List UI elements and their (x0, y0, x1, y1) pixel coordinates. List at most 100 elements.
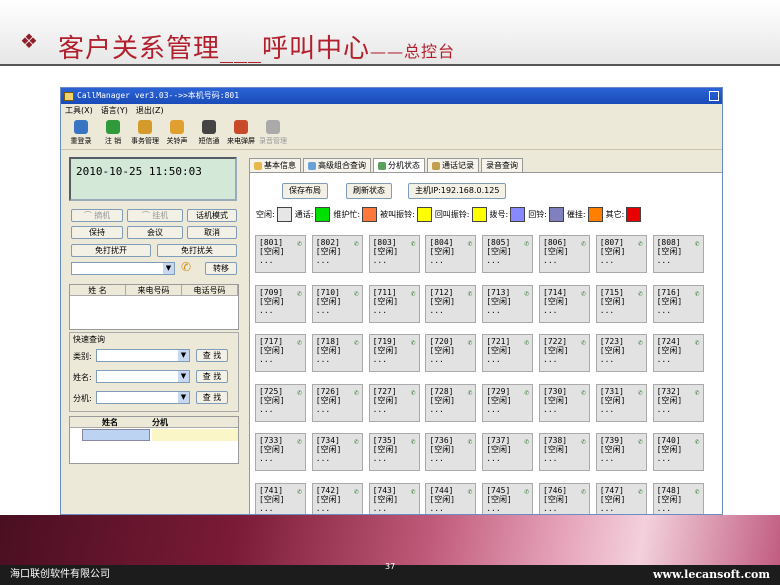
hold-button[interactable]: 保持 (71, 226, 123, 239)
search-type-button[interactable]: 查 找 (196, 349, 228, 362)
extension-tile[interactable]: [804] [空闲]... ✆ (425, 235, 477, 273)
extension-tile[interactable]: [801] [空闲]... ✆ (255, 235, 306, 273)
extension-tile[interactable]: [727] [空闲]... ✆ (368, 383, 420, 422)
phone-status-icon: ✆ (637, 437, 643, 446)
extension-tile[interactable]: [807] [空闲]... ✆ (595, 235, 647, 273)
extension-dots: ... (599, 355, 615, 364)
save-layout-button[interactable]: 保存布局 (282, 183, 328, 199)
extension-tile[interactable]: [739] [空闲]... ✆ (595, 433, 647, 471)
extension-tile[interactable]: [712] [空闲]... ✆ (425, 284, 477, 323)
toolbar-button-6[interactable]: 录音管理 (259, 118, 287, 149)
extension-tile[interactable]: [722] [空闲]... ✆ (539, 334, 590, 372)
dnd-on-button[interactable]: 免打扰开 (71, 244, 151, 257)
phone-status-icon: ✆ (524, 486, 530, 496)
menu-exit[interactable]: 退出(Z) (136, 104, 164, 118)
ext-select[interactable]: ▼ (96, 391, 190, 404)
extension-tile[interactable]: [715] [空闲]... ✆ (595, 284, 647, 323)
extension-tile[interactable]: [731] [空闲]... ✆ (595, 383, 647, 422)
tab-recording-query[interactable]: 录音查询 (481, 158, 523, 172)
phone-mode-button[interactable]: 话机模式 (187, 209, 237, 222)
search-ext-button[interactable]: 查 找 (196, 391, 228, 404)
hangup-button[interactable]: ⌒ 挂机 (127, 209, 183, 222)
extension-tile[interactable]: [723] [空闲]... ✆ (595, 334, 647, 372)
extension-dots: ... (543, 256, 558, 265)
pickup-button[interactable]: ⌒ 摘机 (71, 209, 123, 222)
extension-tile[interactable]: [742] [空闲]... ✆ (311, 482, 363, 514)
extension-dots: ... (543, 404, 558, 414)
extension-tile[interactable]: [745] [空闲]... ✆ (482, 482, 534, 514)
host-ip-button[interactable]: 主机IP:192.168.0.125 (408, 183, 507, 199)
extension-dots: ... (543, 454, 558, 463)
dnd-off-button[interactable]: 免打扰关 (157, 244, 237, 257)
extension-number: [804] (429, 238, 454, 247)
menu-language[interactable]: 语言(Y) (101, 104, 128, 118)
extension-dots: ... (599, 503, 615, 513)
extension-tile[interactable]: [740] [空闲]... ✆ (652, 433, 704, 471)
cancel-button[interactable]: 取消 (187, 226, 237, 239)
menu-tools[interactable]: 工具(X) (65, 104, 93, 118)
extension-tile[interactable]: [724] [空闲]... ✆ (652, 334, 704, 372)
transfer-select[interactable]: ▼ (71, 262, 175, 275)
toolbar-button-0[interactable]: 重登录 (67, 118, 95, 149)
extension-status: [空闲] (599, 445, 626, 454)
extension-tile[interactable]: [732] [空闲]... ✆ (652, 383, 704, 422)
refresh-status-button[interactable]: 刷新状态 (346, 183, 392, 199)
extension-number: [743] (372, 485, 397, 495)
extension-tile[interactable]: [737] [空闲]... ✆ (482, 433, 534, 471)
extension-tile[interactable]: [805] [空闲]... ✆ (482, 235, 534, 273)
tab-advanced-query[interactable]: 高级组合查询 (303, 158, 371, 172)
extension-tile[interactable]: [806] [空闲]... ✆ (539, 235, 590, 273)
extension-tile[interactable]: [808] [空闲]... ✆ (652, 235, 704, 273)
contact-row-ext-cell[interactable] (152, 429, 238, 441)
extension-tile[interactable]: [736] [空闲]... ✆ (425, 433, 477, 471)
toolbar-button-5[interactable]: 来电弹屏 (227, 118, 255, 149)
extension-tile[interactable]: [803] [空闲]... ✆ (368, 235, 420, 273)
extension-tile[interactable]: [716] [空闲]... ✆ (652, 284, 704, 323)
maximize-button[interactable] (709, 91, 719, 101)
extension-dots: ... (372, 454, 388, 463)
name-select[interactable]: ▼ (96, 370, 190, 383)
extension-tile[interactable]: [711] [空闲]... ✆ (368, 284, 420, 323)
extension-tile[interactable]: [718] [空闲]... ✆ (311, 334, 363, 372)
extension-tile[interactable]: [744] [空闲]... ✆ (425, 482, 477, 514)
toolbar-button-1[interactable]: 注 销 (99, 118, 127, 149)
extension-tile[interactable]: [747] [空闲]... ✆ (595, 482, 647, 514)
slide-title-sub: ——总控台 (370, 42, 456, 61)
extension-tile[interactable]: [746] [空闲]... ✆ (539, 482, 590, 514)
transfer-button[interactable]: 转移 (205, 262, 237, 275)
extension-tile[interactable]: [726] [空闲]... ✆ (311, 383, 363, 422)
toolbar-button-2[interactable]: 事务管理 (131, 118, 159, 149)
extension-tile[interactable]: [717] [空闲]... ✆ (255, 334, 306, 372)
tab-extension-status[interactable]: 分机状态 (373, 158, 425, 172)
phone-icon[interactable]: ✆ (181, 260, 191, 274)
search-name-button[interactable]: 查 找 (196, 370, 228, 383)
extension-status: [空闲] (486, 445, 512, 454)
conference-button[interactable]: 会议 (127, 226, 183, 239)
extension-tile[interactable]: [802] [空闲]... ✆ (311, 235, 363, 273)
tab-call-log[interactable]: 通话记录 (427, 158, 479, 172)
extension-tile[interactable]: [721] [空闲]... ✆ (482, 334, 534, 372)
extension-tile[interactable]: [734] [空闲]... ✆ (311, 433, 363, 471)
extension-tile[interactable]: [710] [空闲]... ✆ (311, 284, 363, 323)
toolbar-button-4[interactable]: 短信通 (195, 118, 223, 149)
extension-tile[interactable]: [738] [空闲]... ✆ (539, 433, 590, 471)
extension-tile[interactable]: [748] [空闲]... ✆ (652, 482, 704, 514)
type-select[interactable]: ▼ (96, 349, 190, 362)
extension-number: [736] (429, 436, 454, 445)
extension-tile[interactable]: [741] [空闲]... ✆ (255, 482, 306, 514)
tab-basic-info[interactable]: 基本信息 (249, 158, 301, 172)
extension-tile[interactable]: [733] [空闲]... ✆ (255, 433, 306, 471)
extension-tile[interactable]: [709] [空闲]... ✆ (255, 284, 306, 323)
extension-tile[interactable]: [720] [空闲]... ✆ (425, 334, 477, 372)
extension-tile[interactable]: [713] [空闲]... ✆ (482, 284, 534, 323)
extension-tile[interactable]: [730] [空闲]... ✆ (539, 383, 590, 422)
extension-tile[interactable]: [714] [空闲]... ✆ (539, 284, 590, 323)
extension-tile[interactable]: [729] [空闲]... ✆ (482, 383, 534, 422)
extension-tile[interactable]: [735] [空闲]... ✆ (368, 433, 420, 471)
extension-tile[interactable]: [719] [空闲]... ✆ (368, 334, 420, 372)
extension-tile[interactable]: [728] [空闲]... ✆ (425, 383, 477, 422)
extension-tile[interactable]: [725] [空闲]... ✆ (255, 383, 306, 422)
contact-row-selected[interactable] (82, 429, 150, 441)
extension-tile[interactable]: [743] [空闲]... ✆ (368, 482, 420, 514)
toolbar-button-3[interactable]: 关铃声 (163, 118, 191, 149)
